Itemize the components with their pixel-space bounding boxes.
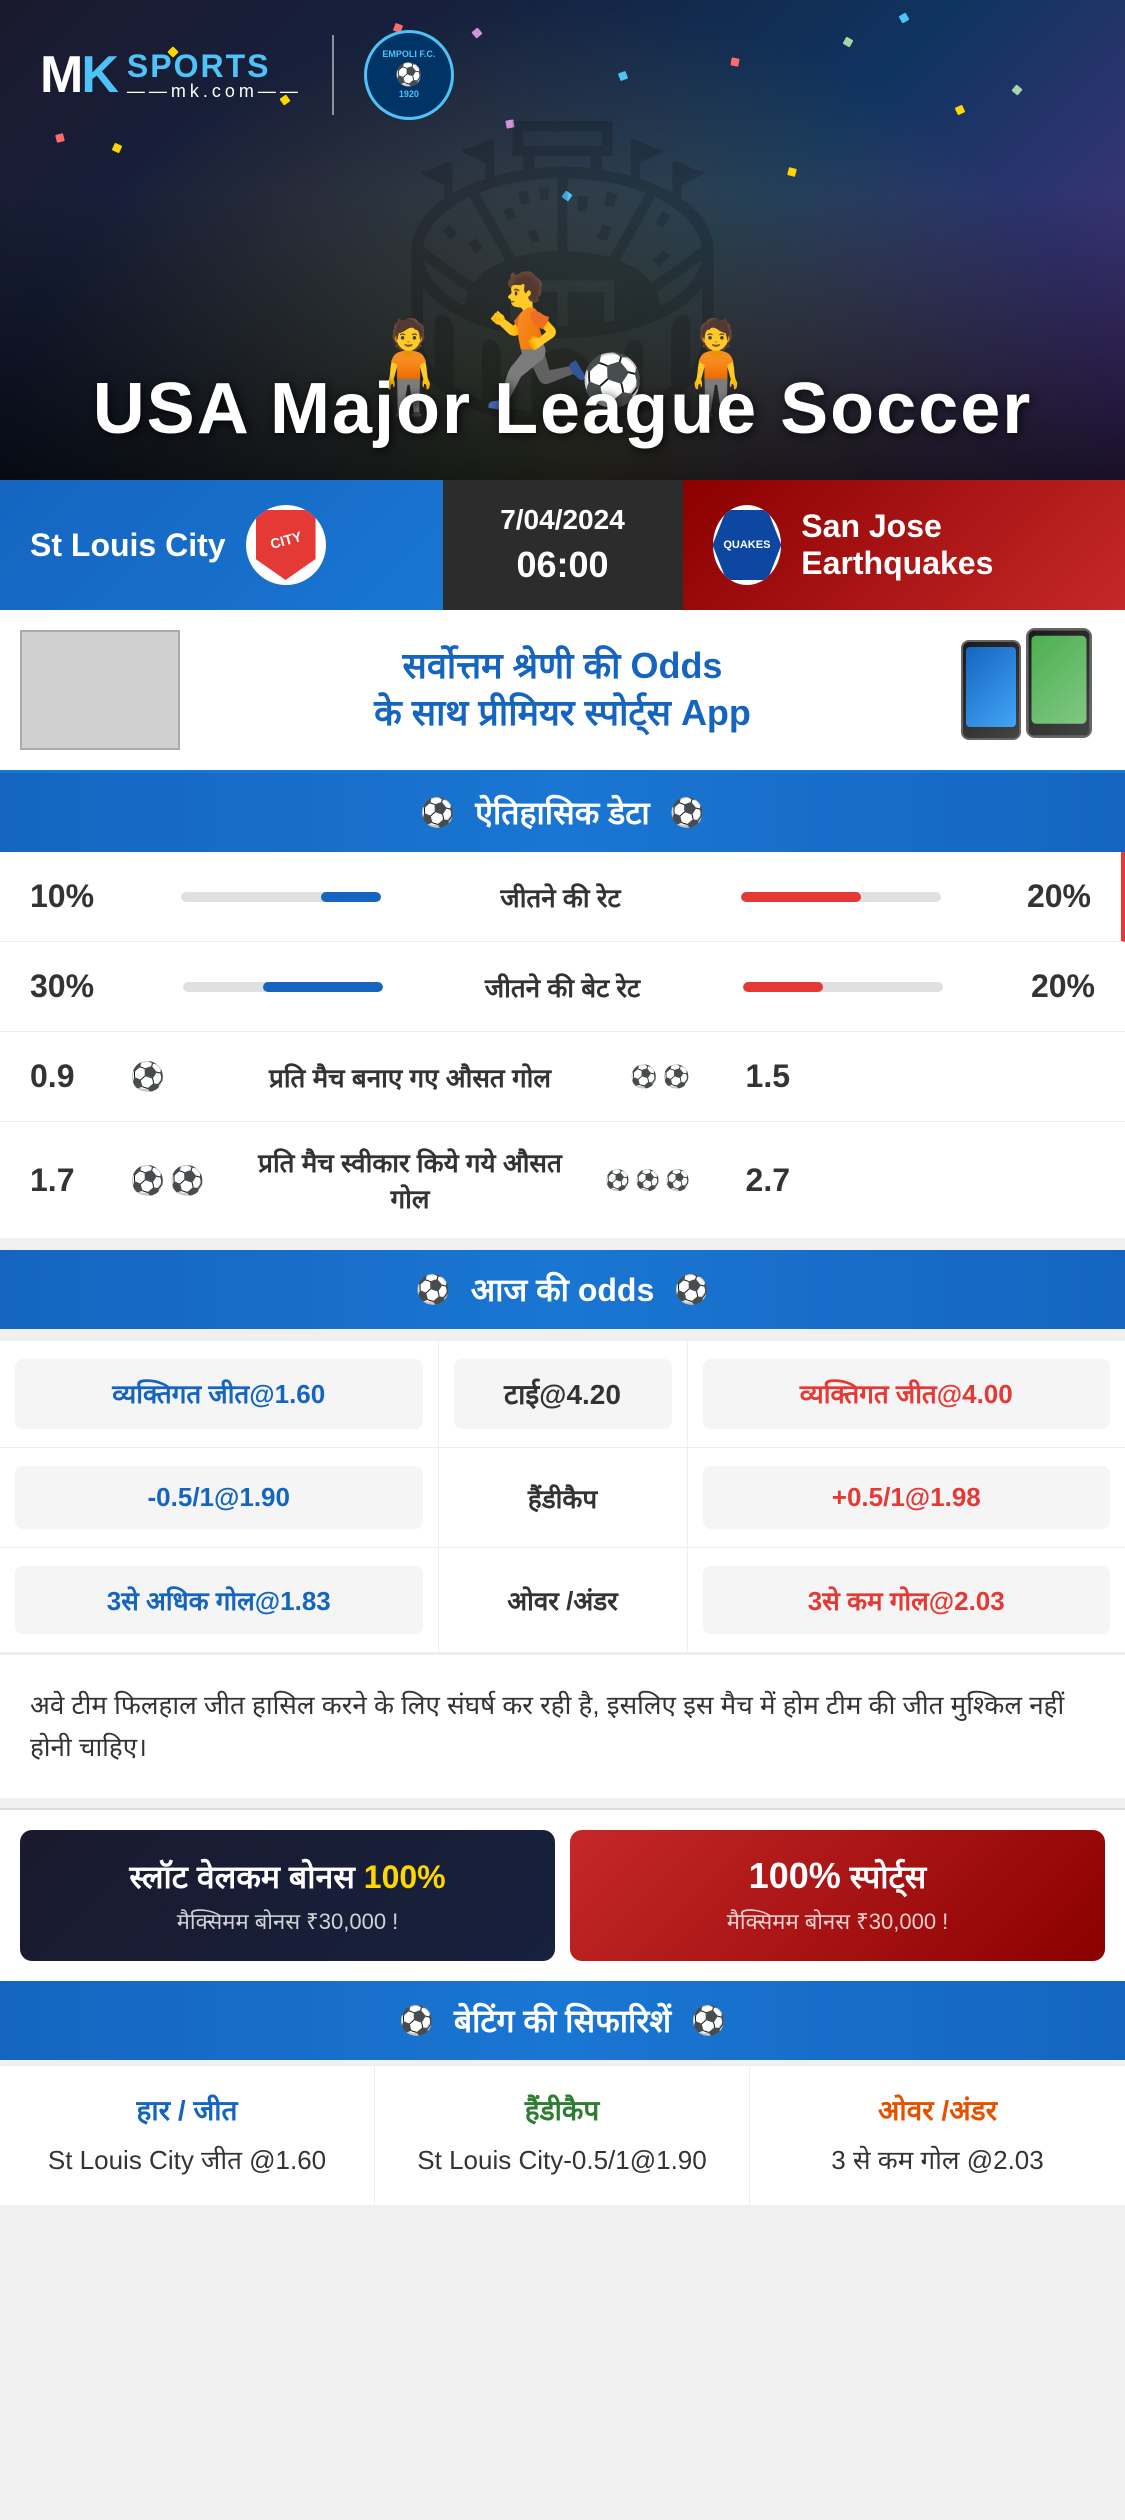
bet-rec-grid: हार / जीत St Louis City जीत @1.60 हैंडीक…	[0, 2065, 1125, 2205]
stat-row-bet-rate: 30% जीतने की बेट रेट 20%	[0, 942, 1125, 1032]
analysis-text: अवे टीम फिलहाल जीत हासिल करने के लिए संघ…	[30, 1685, 1095, 1768]
k-letter: K	[81, 46, 117, 104]
stat-bet-bar-left	[263, 982, 383, 992]
match-center-info: 7/04/2024 06:00	[443, 480, 683, 610]
stat-conceded-icons-left: ⚽ ⚽	[130, 1164, 230, 1197]
empoli-logo: EMPOLI F.C. ⚽ 1920	[364, 30, 454, 120]
handicap-label: हैंडीकैप	[528, 1480, 597, 1516]
slot-bonus-card[interactable]: स्लॉट वेलकम बोनस 100% मैक्सिमम बोनस ₹30,…	[20, 1830, 555, 1961]
odds-handicap-away-btn[interactable]: +0.5/1@1.98	[703, 1466, 1111, 1529]
analysis-section: अवे टीम फिलहाल जीत हासिल करने के लिए संघ…	[0, 1653, 1125, 1798]
odds-row-over-under: 3से अधिक गोल@1.83 ओवर /अंडर 3से कम गोल@2…	[0, 1548, 1125, 1653]
bet-rec-value-win: St Louis City जीत @1.60	[20, 2141, 354, 2180]
stat-bet-bar-right	[743, 982, 823, 992]
odds-section: व्यक्तिगत जीत@1.60 टाई@4.20 व्यक्तिगत जी…	[0, 1341, 1125, 1653]
bet-rec-col-handicap: हैंडीकैप St Louis City-0.5/1@1.90	[375, 2066, 750, 2205]
stat-row-goals-scored: 0.9 ⚽ प्रति मैच बनाए गए औसत गोल ⚽ ⚽ 1.5	[0, 1032, 1125, 1122]
promo-text: सर्वोत्तम श्रेणी की Odds के साथ प्रीमियर…	[200, 643, 925, 737]
banner-title-text: USA Major League Soccer	[93, 369, 1033, 449]
sports-bonus-card[interactable]: 100% स्पोर्ट्स मैक्सिमम बोनस ₹30,000 !	[570, 1830, 1105, 1961]
odds-row-win: व्यक्तिगत जीत@1.60 टाई@4.20 व्यक्तिगत जी…	[0, 1341, 1125, 1448]
ball-icon-right: ⚽	[670, 796, 705, 829]
stat-bet-rate-right-value: 20%	[1015, 968, 1095, 1005]
match-time: 06:00	[516, 544, 608, 586]
ball-icon-left: ⚽	[420, 796, 455, 829]
phone-mockup-2	[1026, 628, 1092, 738]
stat-row-goals-conceded: 1.7 ⚽ ⚽ प्रति मैच स्वीकार किये गये औसत ग…	[0, 1122, 1125, 1238]
stat-goals-scored-left: 0.9	[30, 1058, 110, 1095]
away-team-section: QUAKES San Jose Earthquakes	[683, 480, 1125, 610]
stat-goals-conceded-label: प्रति मैच स्वीकार किये गये औसत गोल	[250, 1144, 570, 1216]
odds-away-win-btn[interactable]: व्यक्तिगत जीत@4.00	[703, 1359, 1111, 1429]
bet-rec-section-header: ⚽ बेटिंग की सिफारिशें ⚽	[0, 1981, 1125, 2060]
stat-conceded-icons-right: ⚽ ⚽ ⚽	[590, 1168, 690, 1193]
slot-bonus-subtitle: मैक्सिमम बोनस ₹30,000 !	[45, 1906, 530, 1936]
m-letter: M	[40, 46, 81, 104]
bet-rec-ball-right: ⚽	[691, 2004, 726, 2037]
stat-bet-rate-left-value: 30%	[30, 968, 110, 1005]
bet-rec-ball-left: ⚽	[399, 2004, 434, 2037]
odds-handicap-home-btn[interactable]: -0.5/1@1.90	[15, 1466, 423, 1529]
odds-section-title: आज की odds	[471, 1268, 655, 1311]
home-team-section: St Louis City CITY	[0, 480, 443, 610]
sports-bonus-subtitle: मैक्सिमम बोनस ₹30,000 !	[595, 1906, 1080, 1936]
odds-ball-left: ⚽	[416, 1273, 451, 1306]
stat-win-rate-label: जीतने की रेट	[401, 879, 721, 915]
bet-rec-type-overunder: ओवर /अंडर	[770, 2091, 1105, 2129]
bonus-section: स्लॉट वेलकम बोनस 100% मैक्सिमम बोनस ₹30,…	[0, 1808, 1125, 1981]
stat-goals-conceded-right: 2.7	[710, 1162, 790, 1199]
stat-win-rate-right-value: 20%	[1011, 878, 1091, 915]
header-divider	[332, 35, 334, 115]
stat-bar-right-fill	[741, 892, 861, 902]
stat-bar-left-track	[181, 892, 381, 902]
stats-table: 10% जीतने की रेट 20% 30% जीतने की बेट रे…	[0, 852, 1125, 1238]
promo-section: सर्वोत्तम श्रेणी की Odds के साथ प्रीमियर…	[0, 610, 1125, 773]
bet-rec-value-handicap: St Louis City-0.5/1@1.90	[395, 2141, 729, 2180]
odds-section-header: ⚽ आज की odds ⚽	[0, 1250, 1125, 1329]
bet-rec-col-overunder: ओवर /अंडर 3 से कम गोल @2.03	[750, 2066, 1125, 2205]
stat-goals-conceded-left: 1.7	[30, 1162, 110, 1199]
odds-row-handicap: -0.5/1@1.90 हैंडीकैप +0.5/1@1.98	[0, 1448, 1125, 1548]
odds-home-win-btn[interactable]: व्यक्तिगत जीत@1.60	[15, 1359, 423, 1429]
promo-phone-graphic	[945, 630, 1105, 750]
stat-goals-scored-right: 1.5	[710, 1058, 790, 1095]
phone-mockup-1	[961, 640, 1021, 740]
home-team-name: St Louis City	[30, 527, 226, 564]
odds-over-btn[interactable]: 3से अधिक गोल@1.83	[15, 1566, 423, 1634]
stat-bet-rate-label: जीतने की बेट रेट	[403, 969, 723, 1005]
historical-section-header: ⚽ ऐतिहासिक डेटा ⚽	[0, 773, 1125, 852]
stat-goals-icons-left: ⚽	[130, 1060, 230, 1093]
match-bar: St Louis City CITY 7/04/2024 06:00 QUAKE…	[0, 480, 1125, 610]
away-team-name: San Jose Earthquakes	[801, 508, 1095, 582]
away-team-logo: QUAKES	[713, 505, 782, 585]
match-date: 7/04/2024	[500, 504, 625, 536]
odds-tie-btn[interactable]: टाई@4.20	[454, 1359, 672, 1429]
stat-row-win-rate: 10% जीतने की रेट 20%	[0, 852, 1125, 942]
bet-rec-type-win: हार / जीत	[20, 2091, 354, 2129]
bet-rec-value-overunder: 3 से कम गोल @2.03	[770, 2141, 1105, 2180]
header-banner: MK SPORTS ——mk.com—— EMPOLI F.C. ⚽ 1920 …	[0, 0, 1125, 480]
promo-image-placeholder	[20, 630, 180, 750]
stat-goals-icons-right: ⚽ ⚽	[590, 1064, 690, 1090]
odds-ball-right: ⚽	[674, 1273, 709, 1306]
banner-title-section: USA Major League Soccer	[0, 368, 1125, 450]
mk-logo-text: MK	[40, 45, 117, 105]
home-team-logo: CITY	[246, 505, 326, 585]
stat-win-rate-left-value: 10%	[30, 878, 110, 915]
stat-bar-left-fill	[321, 892, 381, 902]
bet-rec-section: हार / जीत St Louis City जीत @1.60 हैंडीक…	[0, 2065, 1125, 2205]
stat-goals-scored-label: प्रति मैच बनाए गए औसत गोल	[250, 1059, 570, 1095]
sports-text: SPORTS ——mk.com——	[127, 50, 302, 100]
brand-logo: MK SPORTS ——mk.com—— EMPOLI F.C. ⚽ 1920	[40, 30, 454, 120]
overunder-label: ओवर /अंडर	[507, 1582, 618, 1618]
bet-rec-section-title: बेटिंग की सिफारिशें	[454, 1999, 671, 2042]
historical-section-title: ऐतिहासिक डेटा	[475, 791, 649, 834]
bet-rec-type-handicap: हैंडीकैप	[395, 2091, 729, 2129]
stat-bar-right-track	[741, 892, 941, 902]
odds-under-btn[interactable]: 3से कम गोल@2.03	[703, 1566, 1111, 1634]
bet-rec-col-win: हार / जीत St Louis City जीत @1.60	[0, 2066, 375, 2205]
promo-heading: सर्वोत्तम श्रेणी की Odds के साथ प्रीमियर…	[200, 643, 925, 737]
